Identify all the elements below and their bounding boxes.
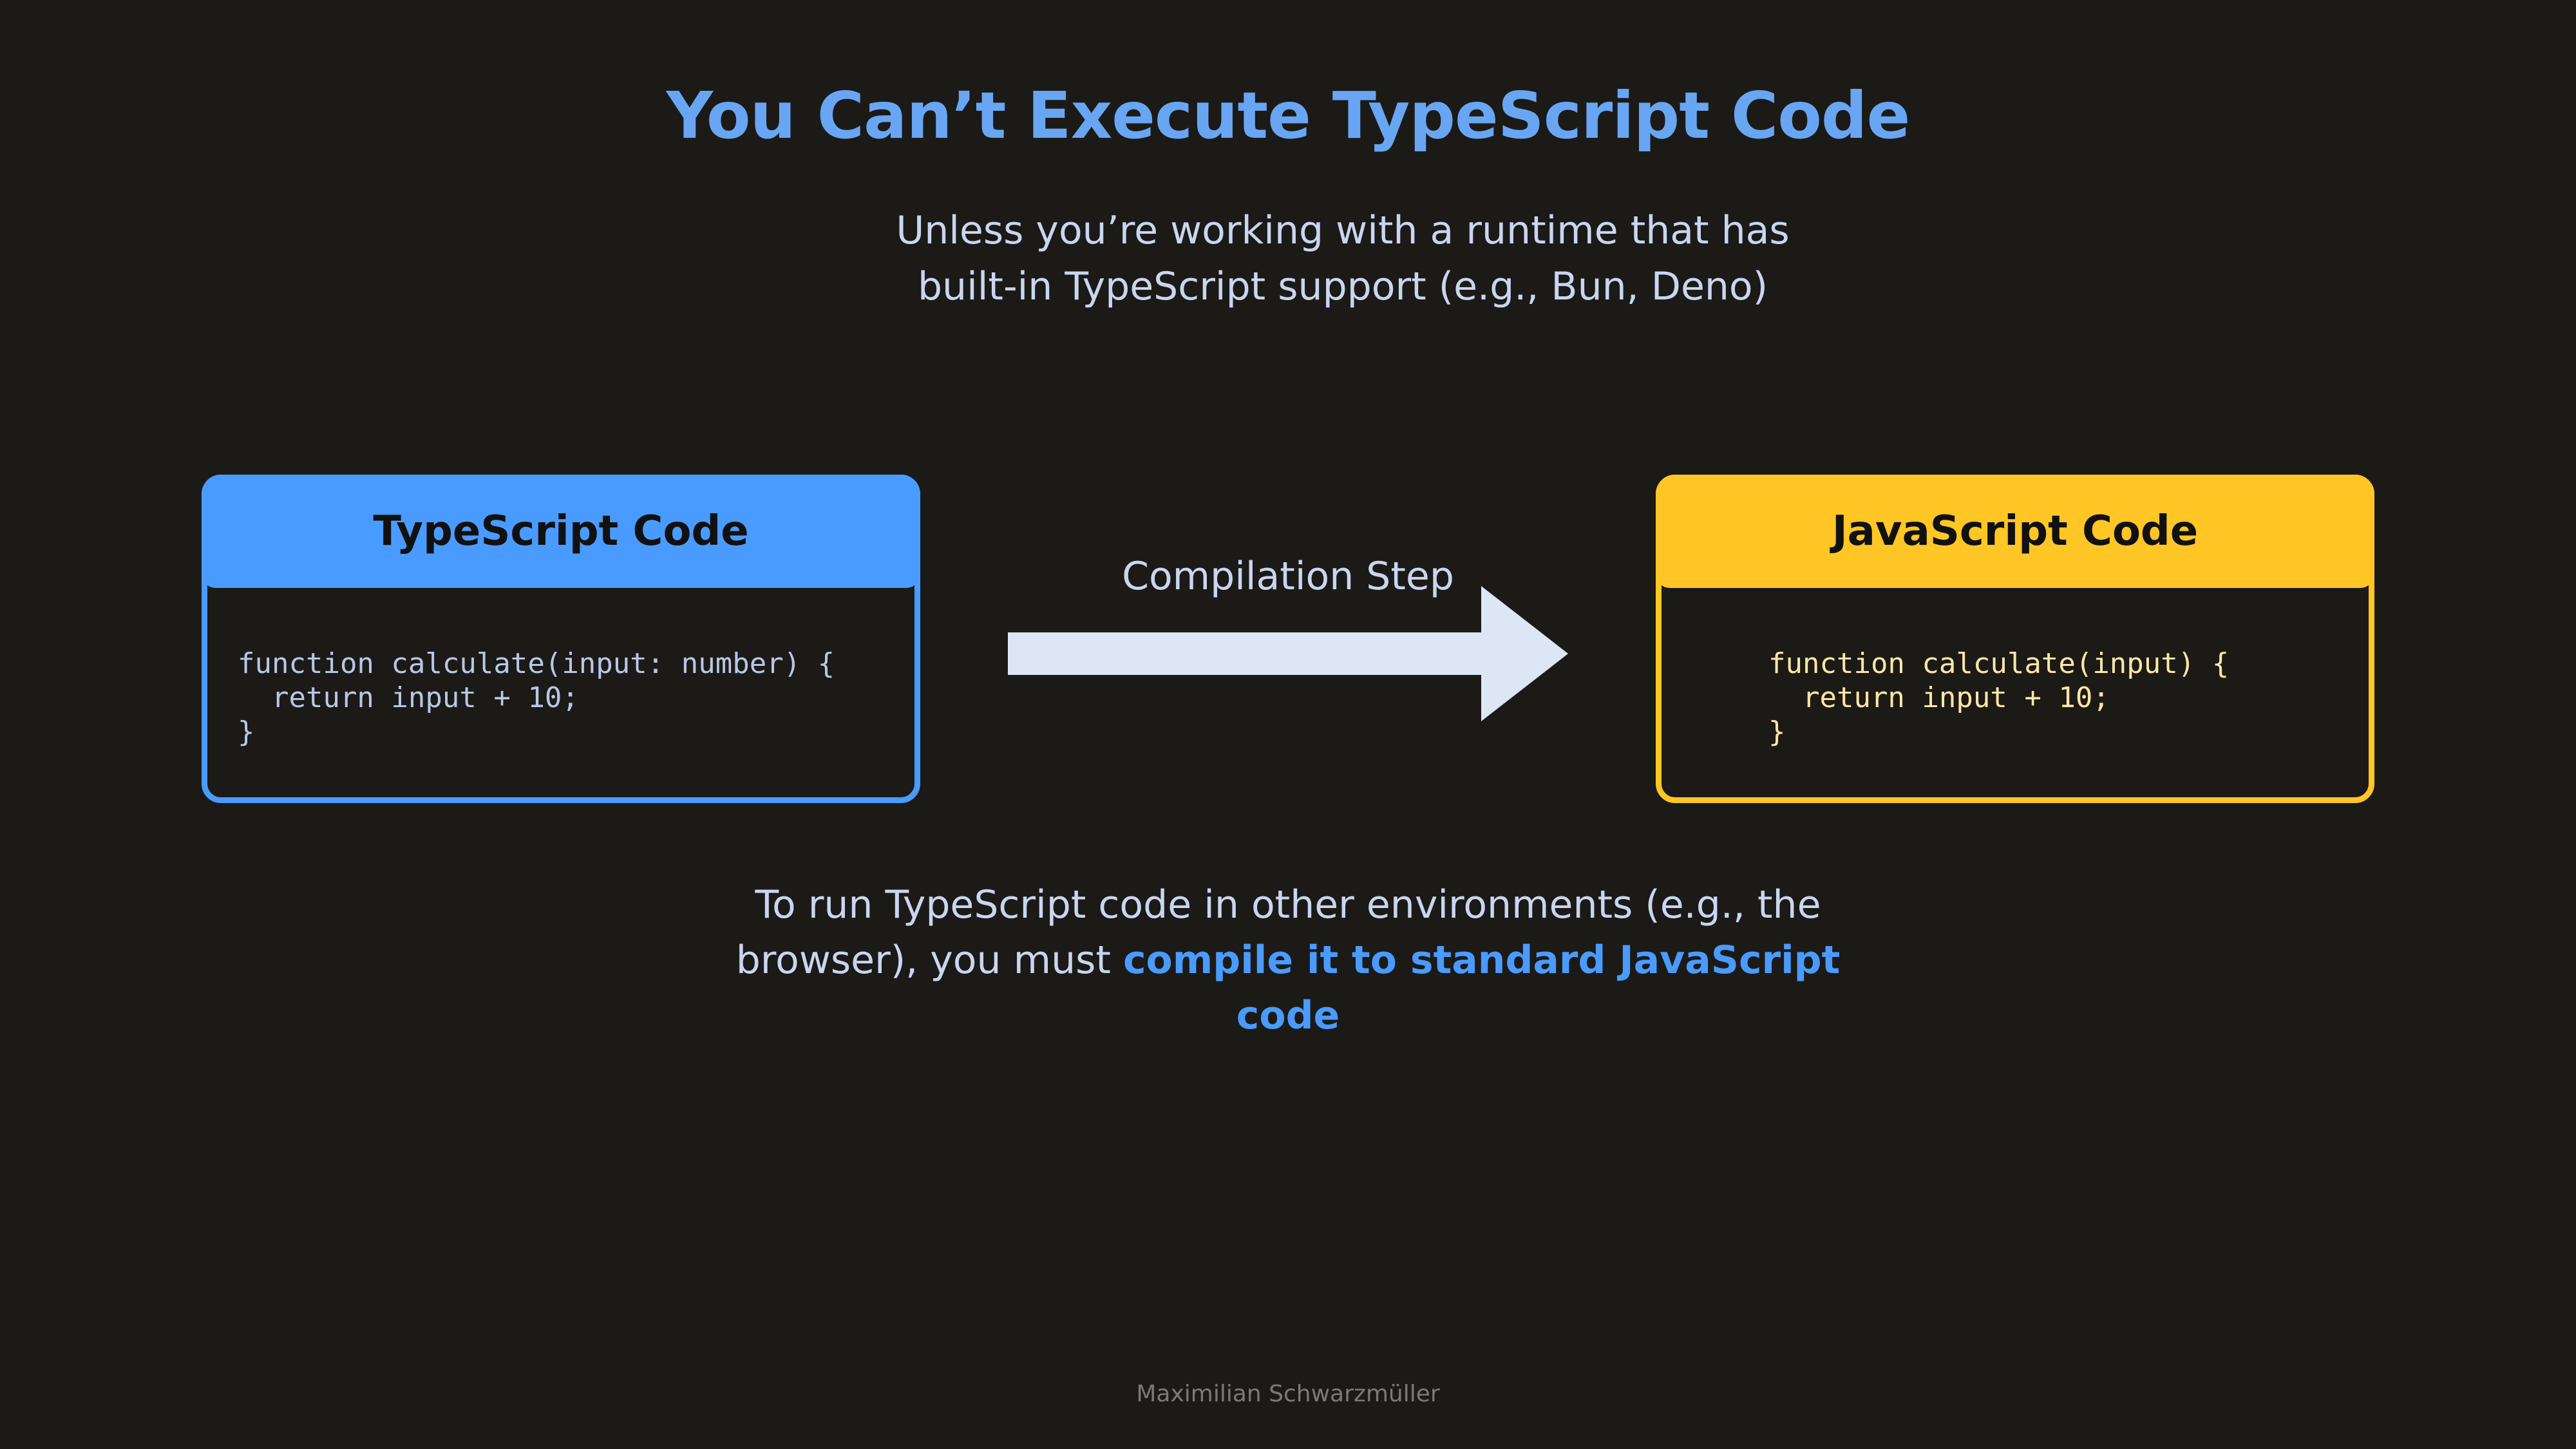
subtitle-line-2: built-in TypeScript support (e.g., Bun, … (917, 264, 1768, 309)
typescript-code-box: TypeScript Code function calculate(input… (202, 475, 920, 803)
javascript-code-line-2: return input + 10; (1768, 681, 2110, 714)
compilation-arrow-shape (1008, 586, 1568, 721)
bottom-text-line-1: To run TypeScript code in other environm… (755, 882, 1821, 927)
typescript-code-line-1: function calculate(input: number) { (238, 647, 835, 680)
slide-title: You Can’t Execute TypeScript Code (666, 78, 1911, 153)
typescript-code-line-3: } (238, 715, 255, 748)
author-footer: Maximilian Schwarzmüller (1136, 1381, 1440, 1407)
javascript-code-box: JavaScript Code function calculate(input… (1656, 475, 2374, 803)
subtitle-line-1: Unless you’re working with a runtime tha… (896, 208, 1790, 253)
javascript-code-snippet: function calculate(input) { return input… (1768, 647, 2229, 749)
right-arrow-icon (1008, 586, 1568, 721)
slide-subtitle: Unless you’re working with a runtime tha… (644, 203, 2041, 315)
bottom-explanation: To run TypeScript code in other environm… (696, 877, 1880, 1043)
typescript-box-header: TypeScript Code (202, 475, 920, 588)
bottom-text-line-2: browser), you must compile it to standar… (696, 933, 1880, 1043)
bottom-text-plain: browser), you must (735, 938, 1123, 983)
javascript-code-line-1: function calculate(input) { (1768, 647, 2230, 680)
javascript-code-line-3: } (1768, 715, 1786, 748)
typescript-code-snippet: function calculate(input: number) { retu… (238, 647, 835, 749)
typescript-code-line-2: return input + 10; (238, 681, 579, 714)
javascript-box-header: JavaScript Code (1656, 475, 2374, 588)
bottom-text-highlight: compile it to standard JavaScript code (1122, 938, 1841, 1038)
